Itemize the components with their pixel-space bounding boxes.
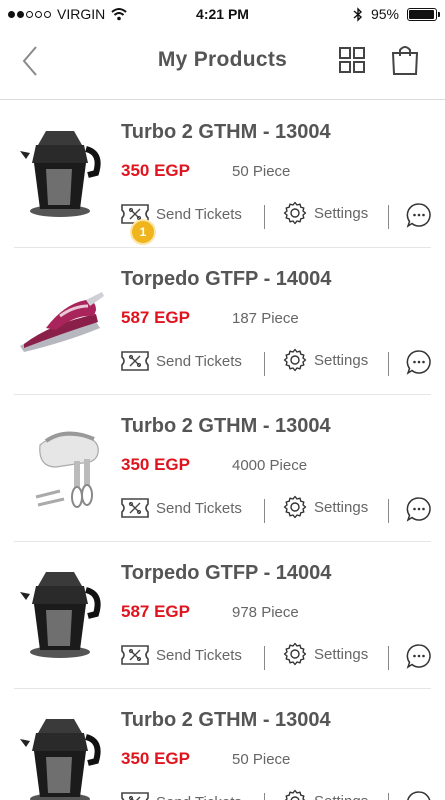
shopping-bag-icon — [391, 46, 419, 75]
send-tickets-label: Send Tickets — [156, 499, 242, 517]
settings-label: Settings — [314, 793, 368, 800]
chat-bubble-icon — [406, 644, 431, 669]
product-image — [16, 711, 106, 800]
divider — [264, 352, 265, 376]
citrus-juicer-icon — [20, 719, 101, 800]
product-item[interactable]: Turbo 2 GTHM - 13004 350 EGP 50 Piece Se… — [0, 689, 445, 800]
product-item[interactable]: Torpedo GTFP - 14004 587 EGP 978 Piece S… — [0, 542, 445, 689]
grid-icon — [339, 47, 365, 73]
gear-icon — [283, 495, 307, 519]
send-tickets-button[interactable]: Send Tickets — [120, 791, 242, 800]
bluetooth-icon — [353, 6, 362, 22]
product-name: Torpedo GTFP - 14004 — [121, 268, 332, 290]
cart-button[interactable] — [390, 44, 420, 76]
chat-button[interactable] — [406, 496, 432, 522]
divider — [264, 793, 265, 800]
send-tickets-label: Send Tickets — [156, 205, 242, 223]
product-quantity: 50 Piece — [232, 163, 291, 180]
product-quantity: 978 Piece — [232, 604, 299, 621]
chat-bubble-icon — [406, 497, 431, 522]
chat-button[interactable] — [406, 349, 432, 375]
product-actions: Send Tickets Settings — [120, 495, 438, 529]
product-quantity: 50 Piece — [232, 751, 291, 768]
gear-icon — [283, 201, 307, 225]
product-actions: Send Tickets Settings — [120, 789, 438, 800]
notification-badge: 1 — [130, 219, 156, 245]
product-name: Turbo 2 GTHM - 13004 — [121, 415, 331, 437]
product-price: 350 EGP — [121, 161, 190, 180]
ticket-icon — [121, 792, 149, 800]
steam-iron-icon — [20, 292, 104, 352]
settings-label: Settings — [314, 204, 369, 222]
product-list: Turbo 2 GTHM - 13004 350 EGP 50 Piece Se… — [0, 101, 445, 800]
divider — [388, 352, 389, 376]
product-actions: Send Tickets Settings — [120, 642, 438, 676]
product-quantity: 4000 Piece — [232, 457, 308, 474]
ticket-icon — [121, 645, 149, 665]
product-item[interactable]: Turbo 2 GTHM - 13004 350 EGP 50 Piece Se… — [0, 101, 445, 248]
product-item[interactable]: Turbo 2 GTHM - 13004 350 EGP 4000 Piece … — [0, 395, 445, 542]
product-price: 350 EGP — [121, 455, 190, 474]
divider — [264, 499, 265, 523]
chat-bubble-icon — [406, 203, 431, 228]
battery-percent: 95% — [370, 6, 399, 22]
product-name: Torpedo GTFP - 14004 — [121, 562, 332, 584]
chat-button[interactable] — [406, 790, 432, 800]
send-tickets-button[interactable]: Send Tickets — [120, 497, 242, 519]
settings-label: Settings — [314, 498, 369, 516]
chat-bubble-icon — [407, 791, 431, 800]
chat-bubble-icon — [406, 350, 431, 375]
nav-bar: My Products — [0, 28, 445, 100]
gear-icon — [284, 789, 306, 800]
product-actions: Send Tickets 1 Settings — [120, 201, 438, 245]
status-right: 95% — [353, 6, 440, 22]
ticket-icon — [121, 351, 149, 371]
divider — [388, 205, 389, 229]
settings-label: Settings — [314, 351, 369, 369]
grid-view-button[interactable] — [338, 46, 366, 74]
product-actions: Send Tickets Settings — [120, 348, 438, 382]
divider — [264, 646, 265, 670]
battery-level — [409, 9, 434, 19]
settings-label: Settings — [314, 645, 369, 663]
send-tickets-label: Send Tickets — [156, 794, 242, 800]
settings-button[interactable]: Settings — [283, 348, 368, 372]
chat-button[interactable] — [406, 643, 432, 669]
product-image — [16, 417, 106, 517]
divider — [388, 499, 389, 523]
citrus-juicer-icon — [20, 131, 101, 217]
divider — [388, 646, 389, 670]
product-image — [16, 564, 106, 664]
send-tickets-button[interactable]: Send Tickets — [120, 350, 242, 372]
product-image — [16, 123, 106, 223]
status-bar: VIRGIN 4:21 PM 95% — [0, 0, 445, 28]
product-name: Turbo 2 GTHM - 13004 — [121, 121, 331, 143]
product-price: 350 EGP — [121, 749, 190, 768]
product-quantity: 187 Piece — [232, 310, 299, 327]
product-name: Turbo 2 GTHM - 13004 — [121, 709, 331, 731]
product-image — [16, 270, 106, 370]
divider — [388, 793, 389, 800]
page-title: My Products — [157, 48, 288, 71]
send-tickets-button[interactable]: Send Tickets — [120, 644, 242, 666]
send-tickets-label: Send Tickets — [156, 646, 242, 664]
divider — [264, 205, 265, 229]
settings-button[interactable]: Settings — [283, 642, 368, 666]
send-tickets-label: Send Tickets — [156, 352, 242, 370]
battery-icon — [407, 7, 440, 21]
gear-icon — [283, 348, 307, 372]
ticket-icon — [121, 498, 149, 518]
settings-button[interactable]: Settings — [283, 789, 368, 800]
chat-button[interactable] — [406, 202, 432, 228]
product-price: 587 EGP — [121, 308, 190, 327]
settings-button[interactable]: Settings — [283, 201, 368, 225]
hand-mixer-icon — [35, 431, 99, 508]
product-price: 587 EGP — [121, 602, 190, 621]
product-item[interactable]: Torpedo GTFP - 14004 587 EGP 187 Piece S… — [0, 248, 445, 395]
send-tickets-button[interactable]: Send Tickets 1 — [120, 203, 242, 245]
settings-button[interactable]: Settings — [283, 495, 368, 519]
gear-icon — [283, 642, 307, 666]
citrus-juicer-icon — [20, 572, 101, 658]
